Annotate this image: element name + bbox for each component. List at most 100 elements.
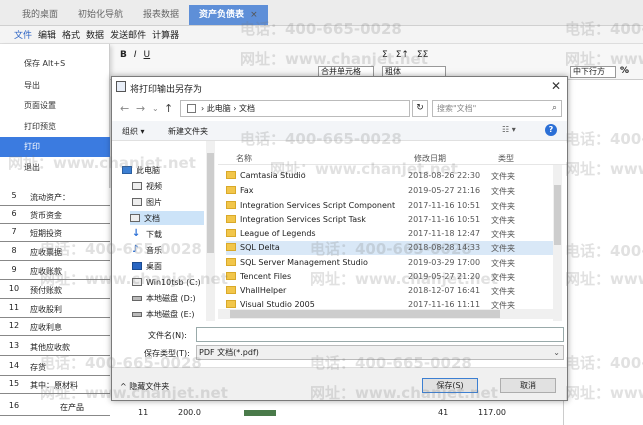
file-menu-exit[interactable]: 退出 xyxy=(0,158,110,178)
tab-report-data[interactable]: 报表数据 xyxy=(133,5,189,25)
list-item[interactable]: Camtasia Studio 2018-08-26 22:30 文件夹 xyxy=(226,169,556,183)
menu-edit[interactable]: 编辑 xyxy=(38,28,56,41)
table-row[interactable]: 7 短期投资 xyxy=(0,224,110,242)
list-item[interactable]: VhallHelper 2018-12-07 16:41 文件夹 xyxy=(226,284,556,298)
tab-my-desktop[interactable]: 我的桌面 xyxy=(12,5,68,25)
picture-icon xyxy=(132,198,142,206)
tab-init-nav[interactable]: 初始化导航 xyxy=(68,5,133,25)
align-select[interactable]: 中下行方 xyxy=(570,66,616,78)
dialog-title-bar[interactable]: 将打印输出另存为 ✕ xyxy=(112,77,567,97)
close-icon[interactable]: ✕ xyxy=(551,79,561,93)
cell-value[interactable]: 11 xyxy=(138,408,148,417)
nav-item-pictures[interactable]: 图片 xyxy=(132,195,204,209)
list-item[interactable]: League of Legends 2017-11-18 12:47 文件夹 xyxy=(226,227,556,241)
menu-format[interactable]: 格式 xyxy=(62,28,80,41)
italic-button[interactable]: I xyxy=(134,50,137,60)
menu-send-email[interactable]: 发送邮件 xyxy=(110,28,146,41)
list-item[interactable]: Tencent Files 2019-05-27 21:20 文件夹 xyxy=(226,270,556,284)
nav-item-this-pc[interactable]: 此电脑 xyxy=(122,163,214,177)
table-row[interactable]: 8 应收票据 xyxy=(0,243,110,261)
table-row[interactable]: 11 应收股利 xyxy=(0,300,110,318)
breadcrumb-documents[interactable]: 文档 xyxy=(239,104,255,113)
column-date[interactable]: 修改日期 xyxy=(414,153,446,164)
tab-close-icon[interactable]: × xyxy=(250,10,258,20)
toolbar-row-1: B I U xyxy=(120,50,150,60)
menu-data[interactable]: 数据 xyxy=(86,28,104,41)
filename-input[interactable] xyxy=(196,327,564,342)
forward-arrow-icon[interactable]: → xyxy=(136,102,145,115)
folder-icon xyxy=(226,201,236,209)
refresh-button[interactable]: ↻ xyxy=(412,100,428,117)
nav-label: 音乐 xyxy=(146,245,162,255)
cell-value[interactable]: 117.00 xyxy=(478,408,506,417)
file-list-hscrollbar[interactable] xyxy=(218,309,553,319)
file-menu-page-setup[interactable]: 页面设置 xyxy=(0,96,110,116)
table-row[interactable]: 13 其他应收款 xyxy=(0,338,110,356)
nav-pane-scrollbar[interactable] xyxy=(206,141,215,321)
list-item[interactable]: Integration Services Script Component 201… xyxy=(226,199,556,213)
save-button[interactable]: 保存(S) xyxy=(422,378,478,393)
list-item[interactable]: Fax 2019-05-27 21:16 文件夹 xyxy=(226,184,556,198)
history-chevron-icon[interactable]: ⌄ xyxy=(152,104,159,113)
nav-item-videos[interactable]: 视频 xyxy=(132,179,204,193)
menu-file[interactable]: 文件 xyxy=(14,28,32,41)
up-arrow-icon[interactable]: ↑ xyxy=(164,102,173,115)
scrollbar-thumb[interactable] xyxy=(230,310,500,318)
view-options-button[interactable]: ☷ ▾ xyxy=(502,125,516,134)
scrollbar-thumb[interactable] xyxy=(207,153,214,253)
nav-label: 视频 xyxy=(146,181,162,191)
column-type[interactable]: 类型 xyxy=(498,153,514,164)
search-input[interactable]: 搜索"文档" ⌕ xyxy=(432,100,562,117)
file-menu-save[interactable]: 保存 Alt+S xyxy=(0,54,110,74)
hide-folders-toggle[interactable]: ^ 隐藏文件夹 xyxy=(120,381,169,392)
new-folder-button[interactable]: 新建文件夹 xyxy=(168,126,208,137)
filetype-select[interactable]: PDF 文档(*.pdf) ⌄ xyxy=(196,345,564,360)
table-row[interactable]: 16 在产品 xyxy=(0,398,110,416)
bold-button[interactable]: B xyxy=(120,50,127,60)
column-name[interactable]: 名称 xyxy=(236,153,252,164)
tab-balance-sheet[interactable]: 资产负债表 × xyxy=(189,5,268,25)
cancel-button[interactable]: 取消 xyxy=(500,378,556,393)
nav-item-drive-c[interactable]: Win10tsb (C:) xyxy=(132,275,204,289)
row-label: 预付账款 xyxy=(30,286,62,295)
table-row[interactable]: 9 应收账款 xyxy=(0,262,110,280)
file-list-scrollbar[interactable] xyxy=(553,165,562,321)
organize-button[interactable]: 组织 ▾ xyxy=(122,126,145,137)
table-row[interactable]: 10 预付账款 xyxy=(0,281,110,299)
nav-item-drive-e[interactable]: 本地磁盘 (E:) xyxy=(132,307,204,321)
menu-calculator[interactable]: 计算器 xyxy=(152,28,179,41)
cell-value[interactable]: 41 xyxy=(438,408,448,417)
file-menu-print-preview[interactable]: 打印预览 xyxy=(0,117,110,137)
table-row[interactable]: 15 其中：原材料 xyxy=(0,376,110,394)
file-menu-print[interactable]: 打印 xyxy=(0,137,110,157)
scrollbar-thumb[interactable] xyxy=(554,185,561,245)
nav-item-drive-d[interactable]: 本地磁盘 (D:) xyxy=(132,291,204,305)
sum-button[interactable]: Σ xyxy=(382,50,388,60)
nav-item-documents[interactable]: 文档 xyxy=(130,211,204,225)
address-input[interactable]: › 此电脑 › 文档 xyxy=(180,100,410,117)
table-row[interactable]: 5 流动资产： xyxy=(0,188,110,206)
folder-icon xyxy=(226,272,236,280)
help-icon[interactable]: ? xyxy=(545,124,557,136)
list-item[interactable]: Integration Services Script Task 2017-11-… xyxy=(226,213,556,227)
table-row[interactable]: 12 应收利息 xyxy=(0,318,110,336)
nav-item-music[interactable]: ♪ 音乐 xyxy=(132,243,204,257)
list-item-selected[interactable]: SQL Delta 2018-08-28 14:33 文件夹 xyxy=(226,241,556,255)
nav-item-downloads[interactable]: ↓ 下载 xyxy=(132,227,204,241)
sum-up-button[interactable]: Σ↑ xyxy=(396,50,409,60)
list-item[interactable]: SQL Server Management Studio 2019-03-29 1… xyxy=(226,256,556,270)
filetype-value: PDF 文档(*.pdf) xyxy=(199,348,259,357)
table-row[interactable]: 6 货币资金 xyxy=(0,206,110,224)
breadcrumb-this-pc[interactable]: 此电脑 xyxy=(207,104,231,113)
file-menu-export[interactable]: 导出 xyxy=(0,76,110,96)
underline-button[interactable]: U xyxy=(144,50,151,60)
row-number: 6 xyxy=(11,209,17,218)
sum-all-button[interactable]: ΣΣ xyxy=(417,50,428,60)
percent-button[interactable]: % xyxy=(620,66,629,76)
back-arrow-icon[interactable]: ← xyxy=(120,102,129,115)
nav-item-desktop[interactable]: 桌面 xyxy=(132,259,204,273)
row-number: 14 xyxy=(8,361,20,370)
table-row[interactable]: 14 存货 xyxy=(0,358,110,376)
cell-value[interactable]: 200.0 xyxy=(178,408,201,417)
row-number: 13 xyxy=(8,341,20,350)
